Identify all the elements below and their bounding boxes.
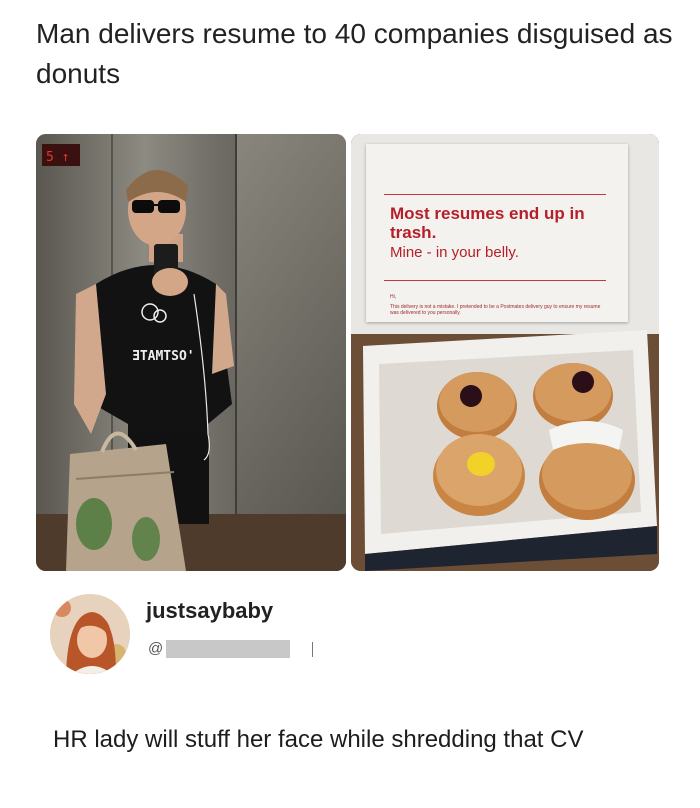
elevator-floor-display: 5 ↑ — [46, 150, 69, 165]
post-text: HR lady will stuff her face while shredd… — [53, 726, 584, 753]
note-rule-bottom — [384, 280, 606, 281]
note-rule-top — [384, 194, 606, 195]
headline: Man delivers resume to 40 companies disg… — [36, 18, 673, 89]
note-greeting: Hi, — [390, 294, 397, 300]
note-subline: Mine - in your belly. — [390, 244, 519, 261]
resume-note: Most resumes end up in trash. Mine - in … — [366, 144, 628, 322]
handle-prefix: @ — [148, 640, 164, 657]
username[interactable]: justsaybaby — [146, 598, 273, 624]
shirt-text: ƎTAMTSO' — [132, 349, 195, 364]
photo-donut-box: Most resumes end up in trash. Mine - in … — [351, 134, 659, 571]
text-cursor-divider — [312, 642, 313, 657]
photo-elevator-selfie: 5 ↑ ƎTAMTSO' — [36, 134, 346, 571]
note-headline: Most resumes end up in trash. — [390, 204, 585, 242]
note-small-print: This delivery is not a mistake. I preten… — [390, 304, 601, 316]
redacted-handle — [166, 640, 290, 658]
avatar[interactable] — [50, 594, 130, 674]
